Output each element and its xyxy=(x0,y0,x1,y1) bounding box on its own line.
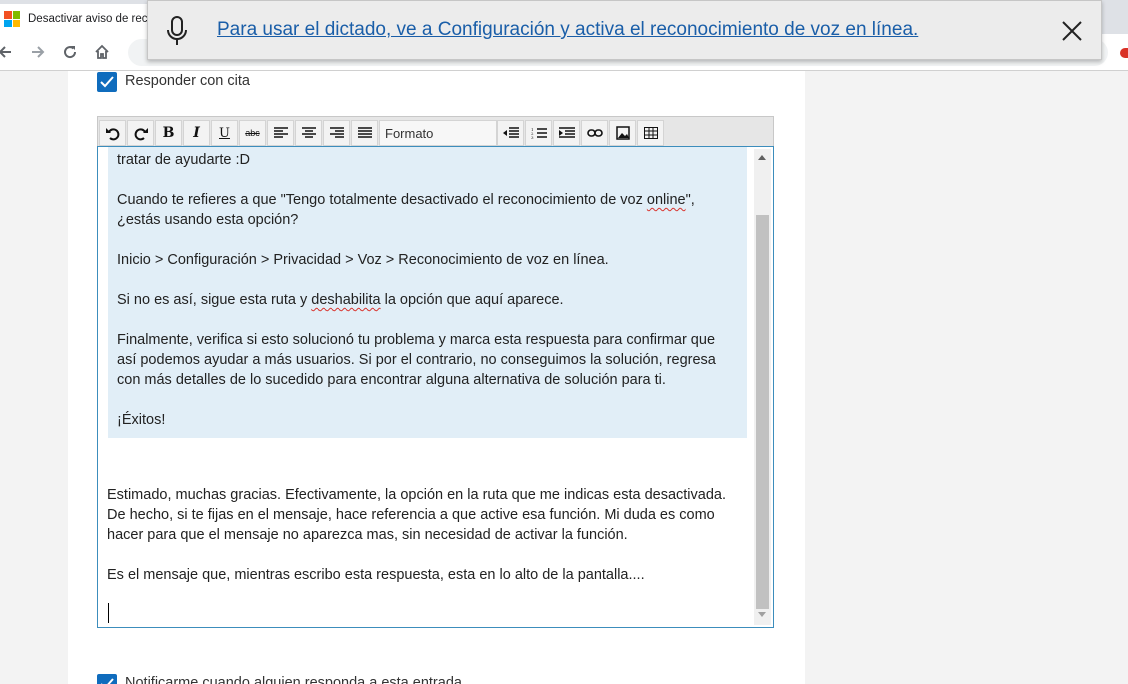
indent-button[interactable] xyxy=(553,120,580,146)
reply-with-quote-label: Responder con cita xyxy=(125,73,250,89)
align-justify-icon xyxy=(357,127,372,138)
profile-badge-icon[interactable] xyxy=(1120,48,1128,58)
bold-button[interactable]: B xyxy=(155,120,182,146)
scroll-up-arrow-icon[interactable] xyxy=(758,155,766,160)
reply-line: Es el mensaje que, mientras escribo esta… xyxy=(107,567,645,583)
format-select[interactable]: Formato xyxy=(379,120,497,146)
quote-line: tratar de ayudarte :D xyxy=(117,152,250,168)
reply-line: hacer para que el mensaje no aparezca ma… xyxy=(107,527,628,543)
quote-line: Cuando te refieres a que "Tengo totalmen… xyxy=(117,192,695,208)
microphone-icon xyxy=(167,16,187,45)
link-icon xyxy=(586,129,603,137)
underline-button[interactable]: U xyxy=(211,120,238,146)
text-caret xyxy=(108,603,109,623)
reply-with-quote-checkbox[interactable] xyxy=(97,72,117,92)
strikethrough-button[interactable]: abc xyxy=(239,120,266,146)
reply-line: Estimado, muchas gracias. Efectivamente,… xyxy=(107,487,726,503)
svg-text:3: 3 xyxy=(531,135,534,139)
undo-icon xyxy=(105,128,119,141)
notify-label: Notificarme cuando alguien responda a es… xyxy=(125,675,462,684)
check-icon xyxy=(100,76,114,88)
microsoft-logo-icon xyxy=(4,11,20,27)
scroll-down-arrow-icon[interactable] xyxy=(758,612,766,617)
notify-checkbox[interactable] xyxy=(97,674,117,684)
back-icon[interactable] xyxy=(0,41,16,63)
italic-button[interactable]: I xyxy=(183,120,210,146)
quote-line: Inicio > Configuración > Privacidad > Vo… xyxy=(117,252,609,268)
align-justify-button[interactable] xyxy=(351,120,378,146)
reply-editor[interactable]: tratar de ayudarte :D Cuando te refieres… xyxy=(97,146,774,628)
outdent-button[interactable] xyxy=(497,120,524,146)
insert-image-button[interactable] xyxy=(609,120,636,146)
home-icon[interactable] xyxy=(91,41,113,63)
quote-line: así podemos ayudar a más usuarios. Si po… xyxy=(117,352,716,368)
insert-table-button[interactable] xyxy=(637,120,664,146)
reload-icon[interactable] xyxy=(59,41,81,63)
browser-tab[interactable]: Desactivar aviso de rec xyxy=(0,4,150,34)
indent-icon xyxy=(558,127,575,138)
align-right-button[interactable] xyxy=(323,120,350,146)
align-left-button[interactable] xyxy=(267,120,294,146)
forward-icon[interactable] xyxy=(27,41,49,63)
page-right-margin xyxy=(805,71,1128,684)
quote-line: ¡Éxitos! xyxy=(117,412,166,428)
editor-toolbar: B I U abc Formato 123 xyxy=(97,116,774,147)
dictation-notification: Para usar el dictado, ve a Configuración… xyxy=(147,0,1102,60)
align-right-icon xyxy=(329,127,344,138)
align-center-icon xyxy=(301,127,316,138)
page-left-margin xyxy=(0,71,68,684)
undo-button[interactable] xyxy=(99,120,126,146)
table-icon xyxy=(643,127,658,139)
check-icon xyxy=(101,678,114,684)
quote-line: ¿estás usando esta opción? xyxy=(117,212,299,228)
insert-link-button[interactable] xyxy=(581,120,608,146)
quote-line: con más detalles de lo sucedido para enc… xyxy=(117,372,666,388)
align-left-icon xyxy=(273,127,288,138)
outdent-icon xyxy=(502,127,519,138)
quote-line: Finalmente, verifica si esto solucionó t… xyxy=(117,332,716,348)
align-center-button[interactable] xyxy=(295,120,322,146)
dictation-settings-link[interactable]: Para usar el dictado, ve a Configuración… xyxy=(217,19,918,41)
close-icon[interactable] xyxy=(1061,20,1083,42)
numbered-list-icon: 123 xyxy=(531,127,547,139)
editor-scrollbar[interactable] xyxy=(754,149,771,625)
redo-button[interactable] xyxy=(127,120,154,146)
tab-title: Desactivar aviso de rec xyxy=(28,13,148,25)
numbered-list-button[interactable]: 123 xyxy=(525,120,552,146)
reply-line: De hecho, si te fijas en el mensaje, hac… xyxy=(107,507,715,523)
quote-line: Si no es así, sigue esta ruta y deshabil… xyxy=(117,292,564,308)
image-icon xyxy=(615,126,630,140)
scrollbar-thumb[interactable] xyxy=(756,215,769,609)
redo-icon xyxy=(134,128,148,141)
